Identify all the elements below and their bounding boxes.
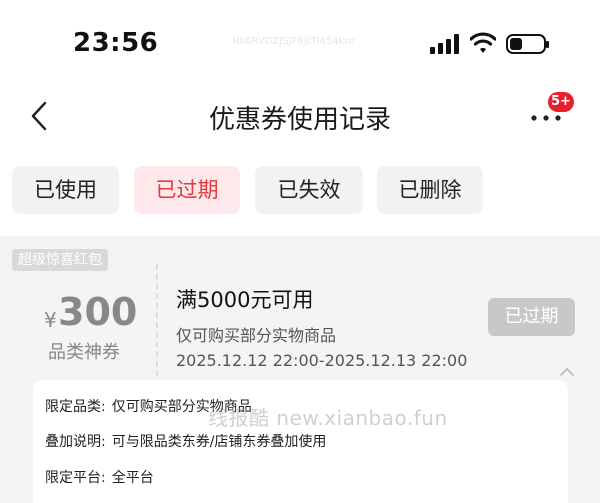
coupon-scope: 仅可购买部分实物商品 xyxy=(176,326,337,345)
detail-category-label: 限定品类: xyxy=(45,399,106,415)
detail-platform-label: 限定平台: xyxy=(45,470,106,486)
coupon-divider xyxy=(156,264,158,386)
amount-value: 300 xyxy=(58,290,138,334)
notification-badge: 5+ xyxy=(548,92,574,112)
more-icon xyxy=(531,115,561,121)
detail-platform: 限定平台: 全平台 xyxy=(45,467,154,487)
watermark: 线报酷 new.xianbao.fun xyxy=(208,406,448,430)
coupon-threshold: 满5000元可用 xyxy=(176,288,314,312)
battery-icon xyxy=(506,34,549,54)
status-bar: 23:56 I0i6RVDZJSJF6jLTl454knr xyxy=(0,0,600,80)
nav-bar: 优惠券使用记录 5+ xyxy=(0,80,600,152)
detail-stacking-value: 可与限品类东券/店铺东券叠加使用 xyxy=(111,434,327,450)
coupon-details: 限定品类: 仅可购买部分实物商品 叠加说明: 可与限品类东券/店铺东券叠加使用 限定… xyxy=(33,380,568,503)
detail-platform-value: 全平台 xyxy=(111,470,154,486)
expired-status-button[interactable]: 已过期 xyxy=(488,298,575,336)
page-title: 优惠券使用记录 xyxy=(208,105,391,135)
tab-expired[interactable]: 已过期 xyxy=(134,166,240,214)
currency-symbol: ¥ xyxy=(44,308,57,332)
tab-invalid[interactable]: 已失效 xyxy=(255,166,363,214)
detail-stacking-label: 叠加说明: xyxy=(45,434,106,450)
detail-stacking: 叠加说明: 可与限品类东券/店铺东券叠加使用 xyxy=(45,431,326,451)
tab-deleted[interactable]: 已删除 xyxy=(377,166,483,214)
coupon-card[interactable]: 超级惊喜红包 ¥ 300 品类神券 满5000元可用 仅可购买部分实物商品 20… xyxy=(10,246,590,386)
coupon-validity: 2025.12.12 22:00-2025.12.13 22:00 xyxy=(176,351,468,370)
chevron-up-icon[interactable] xyxy=(558,366,576,378)
coupon-amount: ¥ 300 xyxy=(44,290,164,334)
tab-used[interactable]: 已使用 xyxy=(12,166,119,214)
wifi-icon xyxy=(470,32,496,53)
status-faint-text: I0i6RVDZJSJF6jLTl454knr xyxy=(233,36,355,47)
coupon-type: 品类神券 xyxy=(48,342,120,363)
signal-icon xyxy=(430,34,459,54)
status-time: 23:56 xyxy=(73,28,159,58)
status-tabs: 已使用 已过期 已失效 已删除 xyxy=(0,166,600,216)
coupon-tag: 超级惊喜红包 xyxy=(12,249,108,271)
